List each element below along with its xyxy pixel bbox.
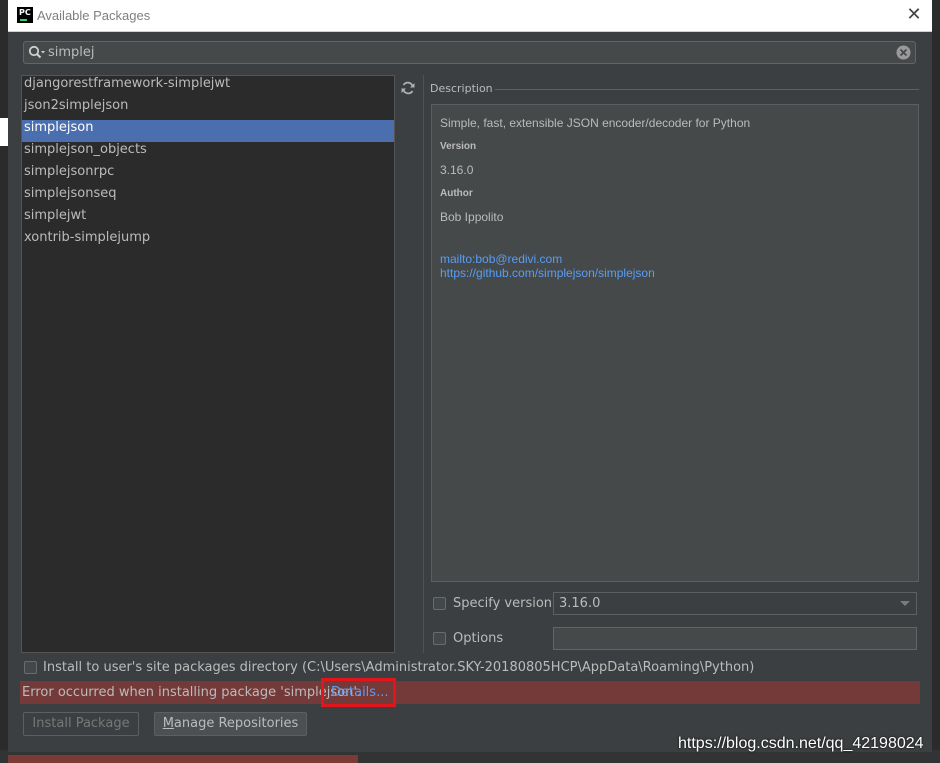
description-panel: Simple, fast, extensible JSON encoder/de…: [431, 104, 919, 582]
highlight-annotation-box: [321, 678, 396, 707]
install-package-button[interactable]: Install Package: [23, 712, 139, 736]
package-list-item[interactable]: simplejsonseq: [22, 186, 394, 208]
homepage-link[interactable]: https://github.com/simplejson/simplejson: [440, 266, 655, 280]
specify-version-label: Specify version: [453, 596, 553, 611]
version-heading: Version: [440, 141, 477, 152]
refresh-icon[interactable]: [400, 80, 416, 96]
mnemonic-letter: M: [162, 716, 174, 731]
background-window-edge: [0, 0, 8, 763]
version-dropdown[interactable]: 3.16.0: [553, 592, 917, 615]
description-separator: [495, 89, 919, 90]
install-user-checkbox[interactable]: [24, 661, 37, 674]
version-dropdown-value: 3.16.0: [559, 596, 601, 611]
author-value: Bob Ippolito: [440, 210, 504, 224]
options-label: Options: [453, 631, 504, 646]
package-list-item[interactable]: simplejson: [22, 120, 394, 142]
pycharm-icon: PC: [17, 7, 33, 23]
description-label: Description: [430, 82, 493, 95]
package-list-item[interactable]: json2simplejson: [22, 98, 394, 120]
panel-divider[interactable]: [423, 75, 424, 653]
error-banner: Error occurred when installing package '…: [20, 681, 920, 704]
author-heading: Author: [440, 188, 473, 199]
package-list[interactable]: djangorestframework-simplejwt json2simple…: [21, 75, 395, 653]
search-input[interactable]: [48, 43, 888, 61]
version-value: 3.16.0: [440, 163, 474, 177]
install-user-label: Install to user's site packages director…: [43, 660, 755, 675]
background-window-edge-right: [932, 0, 940, 763]
close-icon[interactable]: ✕: [904, 5, 924, 25]
package-list-item[interactable]: simplejson_objects: [22, 142, 394, 164]
available-packages-dialog: PC Available Packages ✕ djangorestframew…: [8, 0, 932, 752]
specify-version-checkbox[interactable]: [433, 597, 446, 610]
package-list-item[interactable]: djangorestframework-simplejwt: [22, 76, 394, 98]
manage-repositories-button[interactable]: Manage Repositories: [154, 712, 307, 736]
chevron-down-icon: [900, 601, 910, 606]
options-input[interactable]: [553, 627, 917, 650]
search-icon[interactable]: [28, 45, 46, 60]
window-title: Available Packages: [37, 8, 151, 23]
email-link[interactable]: mailto:bob@redivi.com: [440, 252, 562, 266]
search-field: [23, 41, 916, 64]
error-message: Error occurred when installing package '…: [22, 685, 362, 700]
package-summary: Simple, fast, extensible JSON encoder/de…: [440, 116, 751, 130]
clear-search-icon[interactable]: [896, 45, 911, 60]
title-bar: PC Available Packages ✕: [8, 0, 932, 32]
package-list-item[interactable]: xontrib-simplejump: [22, 230, 394, 252]
background-red-strip: [8, 755, 358, 763]
background-white-panel: [0, 118, 8, 146]
package-list-item[interactable]: simplejsonrpc: [22, 164, 394, 186]
options-checkbox[interactable]: [433, 632, 446, 645]
package-list-item[interactable]: simplejwt: [22, 208, 394, 230]
watermark-text: https://blog.csdn.net/qq_42198024: [678, 735, 924, 752]
manage-repositories-label: anage Repositories: [173, 716, 299, 731]
